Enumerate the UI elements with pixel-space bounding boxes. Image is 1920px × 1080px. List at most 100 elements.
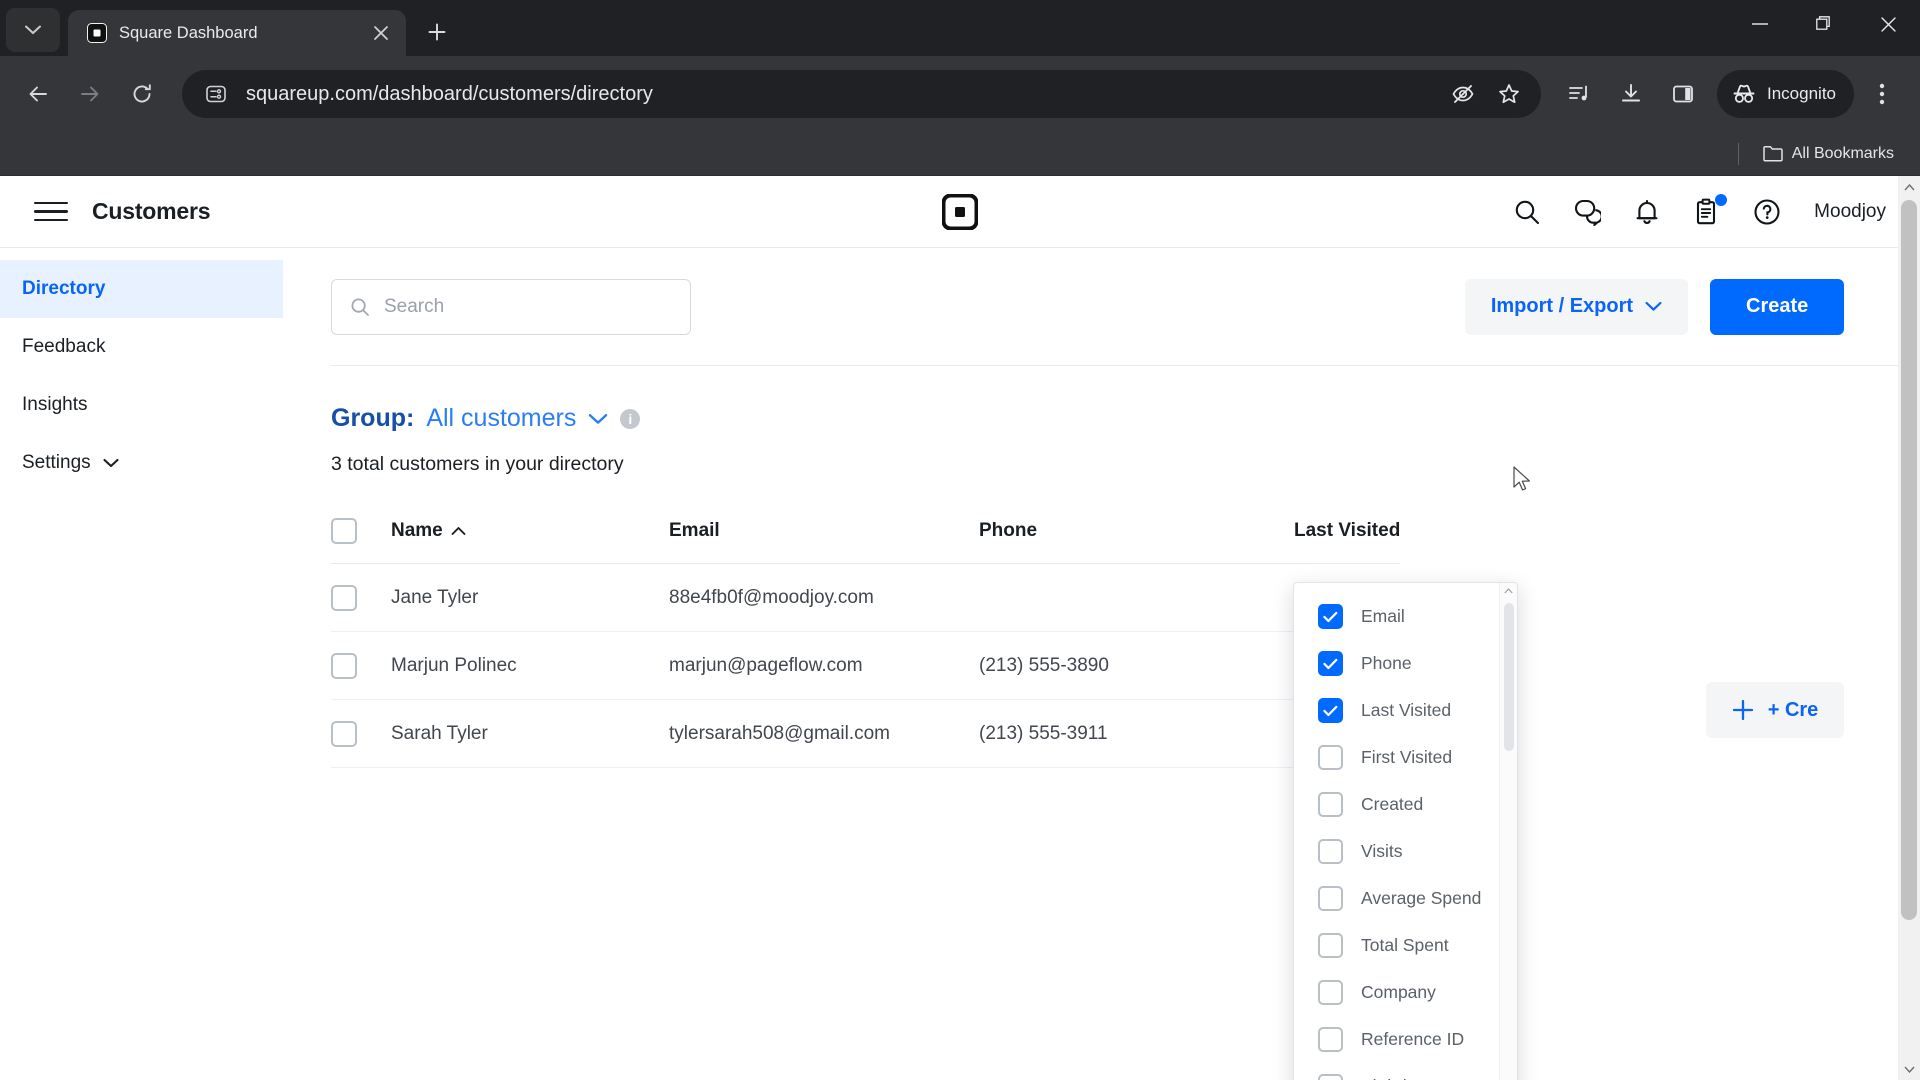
bookmark-star-icon[interactable]	[1493, 78, 1525, 110]
dropdown-item-phone[interactable]: Phone	[1294, 640, 1517, 687]
dropdown-item-average-spend[interactable]: Average Spend	[1294, 875, 1517, 922]
row-checkbox[interactable]	[331, 652, 357, 679]
cell-name: Sarah Tyler	[391, 722, 488, 744]
sidebar-item-feedback[interactable]: Feedback	[0, 318, 283, 376]
create-button[interactable]: Create	[1710, 278, 1845, 335]
dropdown-item-company[interactable]: Company	[1294, 969, 1517, 1016]
sidebar-item-label: Insights	[22, 394, 88, 415]
downloads-icon[interactable]	[1607, 70, 1655, 118]
dropdown-item-first-visited[interactable]: First Visited	[1294, 734, 1517, 781]
scroll-up-arrow-icon[interactable]	[1500, 583, 1517, 599]
header-actions: Moodjoy	[1510, 193, 1886, 229]
group-selector[interactable]: Group: All customers i	[331, 366, 1920, 433]
bookmarks-divider	[1737, 142, 1739, 165]
dropdown-item-birthday[interactable]: Birthday	[1294, 1063, 1517, 1080]
table-row[interactable]: Jane Tyler 88e4fb0f@moodjoy.com 3 hours …	[331, 564, 1401, 632]
page-scrollbar-thumb[interactable]	[1901, 200, 1917, 920]
dropdown-item-last-visited[interactable]: Last Visited	[1294, 687, 1517, 734]
side-panel-icon[interactable]	[1659, 70, 1707, 118]
row-checkbox-cell[interactable]	[331, 720, 391, 747]
checkbox-visits[interactable]	[1318, 839, 1343, 864]
tab-strip: Square Dashboard	[0, 0, 1920, 56]
chrome-menu-icon[interactable]	[1858, 70, 1906, 118]
dropdown-item-reference-id[interactable]: Reference ID	[1294, 1016, 1517, 1063]
chevron-down-icon[interactable]	[588, 413, 608, 425]
all-bookmarks-button[interactable]: All Bookmarks	[1755, 141, 1902, 167]
dropdown-item-total-spent[interactable]: Total Spent	[1294, 922, 1517, 969]
checkbox-phone[interactable]	[1318, 651, 1343, 676]
row-checkbox[interactable]	[331, 720, 357, 747]
menu-icon[interactable]	[30, 191, 72, 233]
checkbox-total-spent[interactable]	[1318, 933, 1343, 958]
checkbox-birthday[interactable]	[1318, 1074, 1343, 1080]
sidebar-item-directory[interactable]: Directory	[0, 260, 283, 318]
column-header-name[interactable]: Name	[391, 520, 669, 542]
search-input-wrapper[interactable]	[331, 278, 691, 335]
messages-icon[interactable]	[1570, 195, 1604, 229]
table-row[interactable]: Marjun Polinec marjun@pageflow.com (213)…	[331, 632, 1401, 700]
sort-ascending-icon	[451, 526, 466, 536]
checkbox-average-spend[interactable]	[1318, 886, 1343, 911]
dropdown-scrollbar[interactable]	[1499, 583, 1517, 1080]
table-row[interactable]: Sarah Tyler tylersarah508@gmail.com (213…	[331, 700, 1401, 768]
page-scroll-down-icon[interactable]	[1898, 1058, 1920, 1080]
create-label: Create	[1746, 295, 1809, 317]
sidebar-item-insights[interactable]: Insights	[0, 376, 283, 434]
row-checkbox-cell[interactable]	[331, 584, 391, 611]
dropdown-item-visits[interactable]: Visits	[1294, 828, 1517, 875]
maximize-button[interactable]	[1792, 0, 1856, 48]
sidebar-item-settings[interactable]: Settings	[0, 434, 283, 492]
media-controls-icon[interactable]	[1555, 70, 1603, 118]
checkbox-company[interactable]	[1318, 980, 1343, 1005]
browser-tab[interactable]: Square Dashboard	[68, 10, 406, 56]
page-scroll-up-icon[interactable]	[1898, 176, 1920, 198]
column-header-last-visited[interactable]: Last Visited	[1294, 520, 1400, 542]
dropdown-item-label: Visits	[1361, 841, 1403, 861]
address-bar[interactable]: squareup.com/dashboard/customers/directo…	[182, 70, 1541, 118]
search-icon[interactable]	[1510, 195, 1544, 229]
select-all-checkbox-cell[interactable]	[331, 517, 391, 544]
clipboard-icon[interactable]	[1690, 193, 1728, 229]
tracking-protection-icon[interactable]	[1447, 78, 1479, 110]
notifications-bell-icon[interactable]	[1630, 195, 1664, 229]
info-icon[interactable]: i	[620, 408, 641, 429]
search-icon	[350, 297, 370, 317]
columns-dropdown-panel[interactable]: Email Phone Last Visited First Visited C…	[1293, 582, 1518, 1080]
dropdown-item-created[interactable]: Created	[1294, 781, 1517, 828]
checkbox-created[interactable]	[1318, 792, 1343, 817]
dropdown-item-email[interactable]: Email	[1294, 593, 1517, 640]
checkbox-reference-id[interactable]	[1318, 1027, 1343, 1052]
back-button[interactable]	[14, 70, 62, 118]
close-icon[interactable]	[368, 20, 394, 46]
site-settings-icon[interactable]	[200, 78, 232, 110]
search-input[interactable]	[384, 295, 672, 318]
new-tab-button[interactable]	[416, 11, 458, 53]
import-export-button[interactable]: Import / Export	[1464, 278, 1689, 335]
columns-dropdown-list: Email Phone Last Visited First Visited C…	[1294, 583, 1517, 1080]
incognito-label: Incognito	[1767, 84, 1836, 103]
row-checkbox-cell[interactable]	[331, 652, 391, 679]
column-header-email[interactable]: Email	[669, 520, 979, 542]
dropdown-item-label: Company	[1361, 982, 1436, 1002]
incognito-indicator[interactable]: Incognito	[1717, 70, 1854, 118]
page-scrollbar[interactable]	[1898, 176, 1920, 1080]
checkbox-first-visited[interactable]	[1318, 745, 1343, 770]
forward-button[interactable]	[66, 70, 114, 118]
dropdown-item-label: Email	[1361, 606, 1405, 626]
dropdown-scrollbar-thumb[interactable]	[1504, 603, 1514, 751]
tab-search-button[interactable]	[6, 8, 60, 52]
row-checkbox[interactable]	[331, 584, 357, 611]
reload-button[interactable]	[118, 70, 166, 118]
dropdown-item-label: Birthday	[1361, 1076, 1425, 1080]
column-header-phone[interactable]: Phone	[979, 520, 1294, 542]
minimize-button[interactable]	[1728, 0, 1792, 48]
create-group-button[interactable]: + Cre	[1705, 682, 1845, 738]
page-content: Customers Moodjoy Directory Feedback Ins…	[0, 176, 1920, 1080]
user-menu[interactable]: Moodjoy	[1814, 201, 1886, 223]
dropdown-item-label: Reference ID	[1361, 1029, 1465, 1049]
close-window-button[interactable]	[1856, 0, 1920, 48]
select-all-checkbox[interactable]	[331, 517, 357, 544]
checkbox-email[interactable]	[1318, 604, 1343, 629]
help-icon[interactable]	[1750, 195, 1784, 229]
checkbox-last-visited[interactable]	[1318, 698, 1343, 723]
